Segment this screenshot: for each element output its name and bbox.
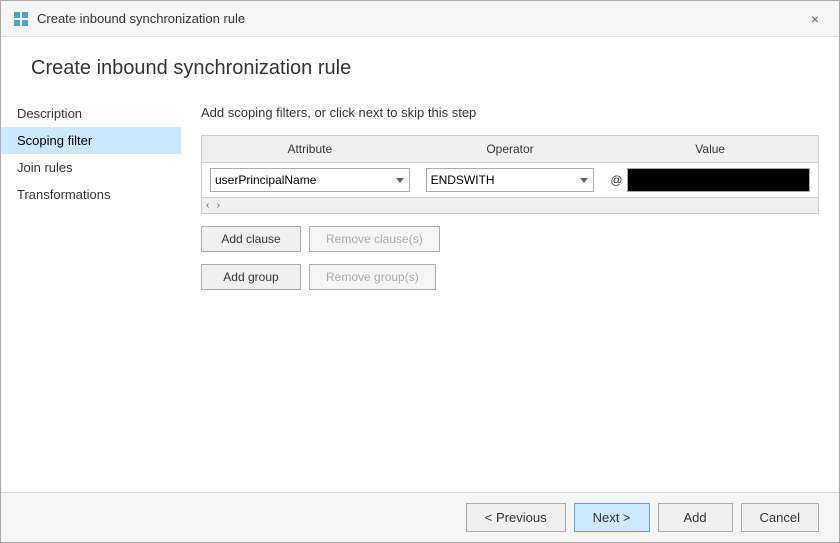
col-header-attribute: Attribute: [202, 136, 418, 163]
step-description: Add scoping filters, or click next to sk…: [201, 105, 819, 120]
col-header-value: Value: [602, 136, 818, 163]
value-cell-inner: @: [610, 168, 810, 192]
sidebar-item-description[interactable]: Description: [1, 100, 181, 127]
attribute-select[interactable]: userPrincipalName: [210, 168, 410, 192]
main-window: Create inbound synchronization rule × Cr…: [0, 0, 840, 543]
scroll-row: ‹ ›: [202, 197, 818, 213]
next-button[interactable]: Next >: [574, 503, 650, 532]
filter-table: Attribute Operator Value userPrincipalNa…: [202, 136, 818, 197]
title-bar-text: Create inbound synchronization rule: [37, 11, 245, 26]
value-input[interactable]: [627, 168, 810, 192]
add-clause-button[interactable]: Add clause: [201, 226, 301, 252]
previous-button[interactable]: < Previous: [466, 503, 566, 532]
cancel-button[interactable]: Cancel: [741, 503, 819, 532]
sidebar: Description Scoping filter Join rules Tr…: [1, 90, 181, 492]
sidebar-item-scoping-filter[interactable]: Scoping filter: [1, 127, 181, 154]
page-title: Create inbound synchronization rule: [31, 57, 809, 80]
sidebar-item-join-rules[interactable]: Join rules: [1, 154, 181, 181]
table-row: userPrincipalName ENDSWITH: [202, 163, 818, 198]
clause-buttons: Add clause Remove clause(s): [201, 226, 819, 252]
footer: < Previous Next > Add Cancel: [1, 492, 839, 542]
sidebar-item-transformations[interactable]: Transformations: [1, 181, 181, 208]
title-bar: Create inbound synchronization rule ×: [1, 1, 839, 37]
attribute-cell: userPrincipalName: [202, 163, 418, 198]
operator-select[interactable]: ENDSWITH: [426, 168, 595, 192]
scroll-left-icon[interactable]: ‹: [206, 200, 209, 211]
remove-clause-button[interactable]: Remove clause(s): [309, 226, 440, 252]
group-buttons: Add group Remove group(s): [201, 264, 819, 290]
operator-cell: ENDSWITH: [418, 163, 603, 198]
title-bar-left: Create inbound synchronization rule: [13, 11, 245, 27]
window-icon: [13, 11, 29, 27]
filter-table-container: Attribute Operator Value userPrincipalNa…: [201, 135, 819, 214]
scroll-right-icon[interactable]: ›: [217, 200, 220, 211]
main-content: Add scoping filters, or click next to sk…: [181, 90, 839, 492]
main-layout: Description Scoping filter Join rules Tr…: [1, 90, 839, 492]
value-cell: @: [602, 163, 818, 198]
add-group-button[interactable]: Add group: [201, 264, 301, 290]
remove-group-button[interactable]: Remove group(s): [309, 264, 436, 290]
full-layout: Create inbound synchronization rule Desc…: [1, 37, 839, 542]
add-button[interactable]: Add: [658, 503, 733, 532]
close-button[interactable]: ×: [803, 7, 827, 31]
page-header: Create inbound synchronization rule: [1, 37, 839, 90]
col-header-operator: Operator: [418, 136, 603, 163]
value-prefix: @: [610, 173, 622, 187]
